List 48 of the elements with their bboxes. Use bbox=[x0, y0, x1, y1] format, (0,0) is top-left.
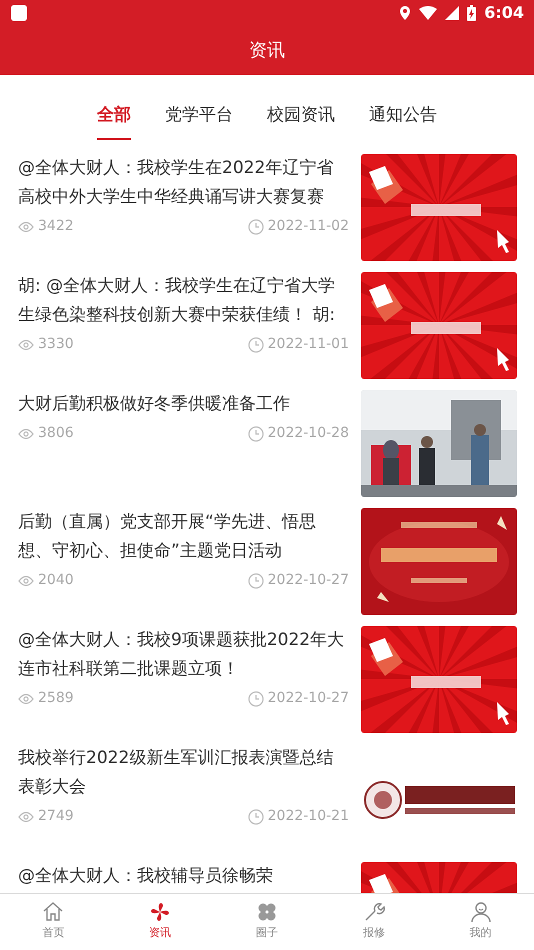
view-count: 3806 bbox=[38, 424, 74, 443]
signal-icon bbox=[445, 6, 460, 20]
article-title[interactable]: @全体大财人：我校学生在2022年辽宁省高校中外大学生中华经典诵写讲大赛复赛 bbox=[18, 154, 349, 212]
article-title[interactable]: 大财后勤积极做好冬季供暖准备工作 bbox=[18, 390, 349, 419]
view-count: 2749 bbox=[38, 807, 74, 826]
category-tab[interactable]: 党学平台 bbox=[165, 92, 233, 140]
nav-tab[interactable]: 首页 bbox=[0, 894, 107, 950]
article-title[interactable]: 我校举行2022级新生军训汇报表演暨总结表彰大会 bbox=[18, 744, 349, 802]
nav-tab[interactable]: 报修 bbox=[320, 894, 428, 950]
category-tab[interactable]: 通知公告 bbox=[369, 92, 437, 140]
publish-date: 2022-11-01 bbox=[268, 335, 349, 354]
eye-icon bbox=[18, 574, 34, 586]
eye-icon bbox=[18, 692, 34, 704]
eye-icon bbox=[18, 220, 34, 232]
article-title[interactable]: 胡: @全体大财人：我校学生在辽宁省大学生绿色染整科技创新大赛中荣获佳绩！ 胡: bbox=[18, 272, 349, 330]
nav-tab[interactable]: 我的 bbox=[427, 894, 534, 950]
person-icon bbox=[468, 900, 493, 924]
clock-icon bbox=[248, 426, 264, 442]
view-count: 2589 bbox=[38, 689, 74, 708]
category-tab[interactable]: 全部 bbox=[97, 92, 131, 140]
clock-icon bbox=[248, 336, 264, 352]
article-title[interactable]: @全体大财人：我校辅导员徐畅荣 bbox=[18, 862, 349, 891]
publish-date: 2022-11-02 bbox=[268, 217, 349, 236]
eye-icon bbox=[18, 810, 34, 822]
eye-icon bbox=[18, 338, 34, 350]
eye-icon bbox=[18, 428, 34, 440]
clock-icon bbox=[248, 572, 264, 588]
nav-tab[interactable]: 圈子 bbox=[214, 894, 320, 950]
view-count: 3330 bbox=[38, 335, 74, 354]
publish-date: 2022-10-28 bbox=[268, 424, 349, 443]
category-tab[interactable]: 校园资讯 bbox=[267, 92, 335, 140]
status-time: 6:04 bbox=[484, 2, 524, 24]
view-count: 3422 bbox=[38, 217, 74, 236]
view-count: 2040 bbox=[38, 571, 74, 590]
page-title: 资讯 bbox=[249, 39, 285, 63]
app-notification-icon bbox=[10, 4, 28, 22]
nav-tab[interactable]: 资讯 bbox=[106, 894, 214, 950]
clock-icon bbox=[248, 690, 264, 706]
article-title[interactable]: 后勤（直属）党支部开展“学先进、悟思想、守初心、担使命”主题党日活动 bbox=[18, 508, 349, 566]
article-title[interactable]: @全体大财人：我校9项课题获批2022年大连市社科联第二批课题立项！ bbox=[18, 626, 349, 684]
battery-icon bbox=[467, 5, 476, 21]
clock-icon bbox=[248, 808, 264, 824]
clock-icon bbox=[248, 218, 264, 234]
wifi-icon bbox=[419, 6, 438, 20]
publish-date: 2022-10-27 bbox=[268, 689, 349, 708]
location-icon bbox=[399, 5, 412, 21]
publish-date: 2022-10-21 bbox=[268, 807, 349, 826]
publish-date: 2022-10-27 bbox=[268, 571, 349, 590]
